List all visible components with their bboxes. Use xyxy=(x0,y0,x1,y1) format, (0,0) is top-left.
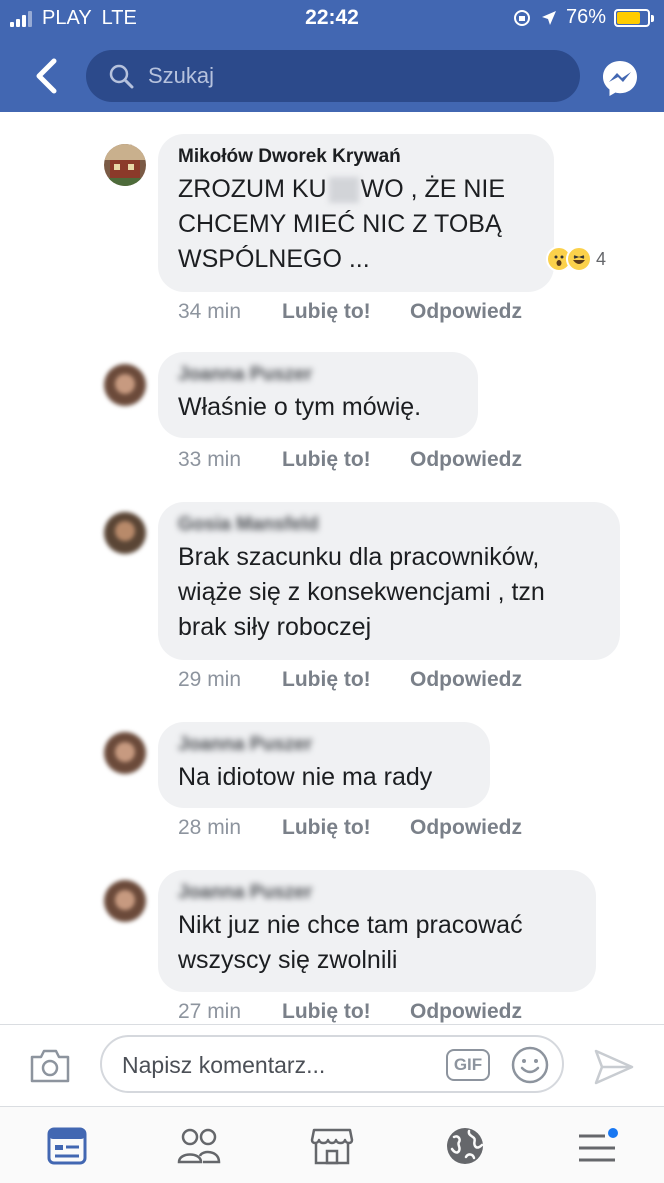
haha-reaction-icon xyxy=(566,246,592,272)
comment-time: 34 min xyxy=(178,300,242,323)
news-feed-icon xyxy=(47,1127,87,1165)
avatar[interactable] xyxy=(104,512,146,554)
send-button[interactable] xyxy=(592,1047,636,1087)
comment-author[interactable]: Joanna Puszer xyxy=(178,882,576,908)
send-icon xyxy=(594,1049,634,1085)
comment-author[interactable]: Joanna Puszer xyxy=(178,364,458,390)
location-arrow-icon xyxy=(541,10,556,25)
bottom-tab-bar xyxy=(0,1106,664,1183)
like-link[interactable]: Lubię to! xyxy=(282,448,410,472)
notifications-globe-icon xyxy=(447,1128,484,1164)
censored-word-blur xyxy=(328,177,359,204)
comment-meta: 33 min Lubię to! Odpowiedz xyxy=(178,448,522,472)
comment-text: Na idiotow nie ma rady xyxy=(178,763,433,791)
friends-icon xyxy=(177,1128,221,1164)
reply-link[interactable]: Odpowiedz xyxy=(410,668,522,692)
comment-input[interactable] xyxy=(122,1049,422,1081)
chevron-left-icon xyxy=(36,58,57,94)
camera-button[interactable] xyxy=(28,1047,72,1085)
comment-meta: 27 min Lubię to! Odpowiedz xyxy=(178,1000,522,1024)
avatar[interactable] xyxy=(104,364,146,406)
status-right: 76% xyxy=(512,6,654,29)
comment-bubble[interactable]: Joanna Puszer Właśnie o tym mówię. xyxy=(158,352,478,438)
comment-text: Właśnie o tym mówię. xyxy=(178,393,422,421)
battery-icon xyxy=(614,8,654,27)
marketplace-icon xyxy=(310,1128,354,1165)
like-link[interactable]: Lubię to! xyxy=(282,300,410,324)
comment-text-part: ZROZUM KU xyxy=(178,175,327,203)
tab-menu[interactable] xyxy=(572,1123,622,1169)
comment-bubble[interactable]: Joanna Puszer Nikt juz nie chce tam prac… xyxy=(158,870,596,992)
tab-friends[interactable] xyxy=(174,1123,224,1169)
comment-text: ZROZUM KU WO , ŻE NIE CHCEMY MIEĆ NIC Z T… xyxy=(178,172,534,277)
avatar[interactable] xyxy=(104,144,146,186)
avatar[interactable] xyxy=(104,732,146,774)
comment-author[interactable]: Mikołów Dworek Krywań xyxy=(178,146,534,172)
tab-marketplace[interactable] xyxy=(307,1123,357,1169)
messenger-button[interactable] xyxy=(600,58,640,98)
comment-field-wrapper[interactable]: GIF xyxy=(100,1035,564,1093)
tab-notifications[interactable] xyxy=(440,1123,490,1169)
battery-level-fill xyxy=(617,11,640,24)
smiley-icon xyxy=(511,1046,549,1084)
rotation-lock-icon xyxy=(513,9,530,26)
menu-icon xyxy=(579,1128,618,1162)
reply-link[interactable]: Odpowiedz xyxy=(410,816,522,840)
reply-link[interactable]: Odpowiedz xyxy=(410,300,522,324)
comment-time: 27 min xyxy=(178,1000,242,1023)
reactions-summary[interactable]: 4 xyxy=(546,246,606,272)
reply-link[interactable]: Odpowiedz xyxy=(410,448,522,472)
comment-time: 29 min xyxy=(178,668,242,691)
like-link[interactable]: Lubię to! xyxy=(282,1000,410,1024)
comment-meta: 34 min Lubię to! Odpowiedz xyxy=(178,300,522,324)
search-icon xyxy=(109,64,134,89)
like-link[interactable]: Lubię to! xyxy=(282,816,410,840)
emoji-button[interactable] xyxy=(510,1045,550,1085)
comment-author[interactable]: Gosia Mansfeld xyxy=(178,514,600,540)
comment-time: 33 min xyxy=(178,448,242,471)
comment-text: Brak szacunku dla pracowników, wiąże się… xyxy=(178,543,545,641)
like-link[interactable]: Lubię to! xyxy=(282,668,410,692)
camera-icon xyxy=(30,1049,70,1083)
comment-bubble[interactable]: Joanna Puszer Na idiotow nie ma rady xyxy=(158,722,490,808)
messenger-icon xyxy=(603,61,637,96)
reaction-count: 4 xyxy=(596,248,607,269)
tab-news-feed[interactable] xyxy=(42,1123,92,1169)
search-input[interactable] xyxy=(148,63,528,89)
battery-percent: 76% xyxy=(565,6,606,28)
reply-link[interactable]: Odpowiedz xyxy=(410,1000,522,1024)
comment-time: 28 min xyxy=(178,816,242,839)
status-bar: PLAY LTE 22:42 76% xyxy=(0,0,664,38)
comment-meta: 28 min Lubię to! Odpowiedz xyxy=(178,816,522,840)
comment-composer: GIF xyxy=(0,1024,664,1106)
search-bar[interactable] xyxy=(86,50,580,102)
comment-author[interactable]: Joanna Puszer xyxy=(178,734,470,760)
app-header: PLAY LTE 22:42 76% xyxy=(0,0,664,112)
gif-button[interactable]: GIF xyxy=(446,1049,490,1081)
avatar[interactable] xyxy=(104,880,146,922)
comment-bubble[interactable]: Mikołów Dworek Krywań ZROZUM KU WO , ŻE N… xyxy=(158,134,554,292)
back-button[interactable] xyxy=(28,56,64,96)
comment-meta: 29 min Lubię to! Odpowiedz xyxy=(178,668,522,692)
comment-text: Nikt juz nie chce tam pracować wszyscy s… xyxy=(178,911,523,974)
comment-bubble[interactable]: Gosia Mansfeld Brak szacunku dla pracown… xyxy=(158,502,620,660)
